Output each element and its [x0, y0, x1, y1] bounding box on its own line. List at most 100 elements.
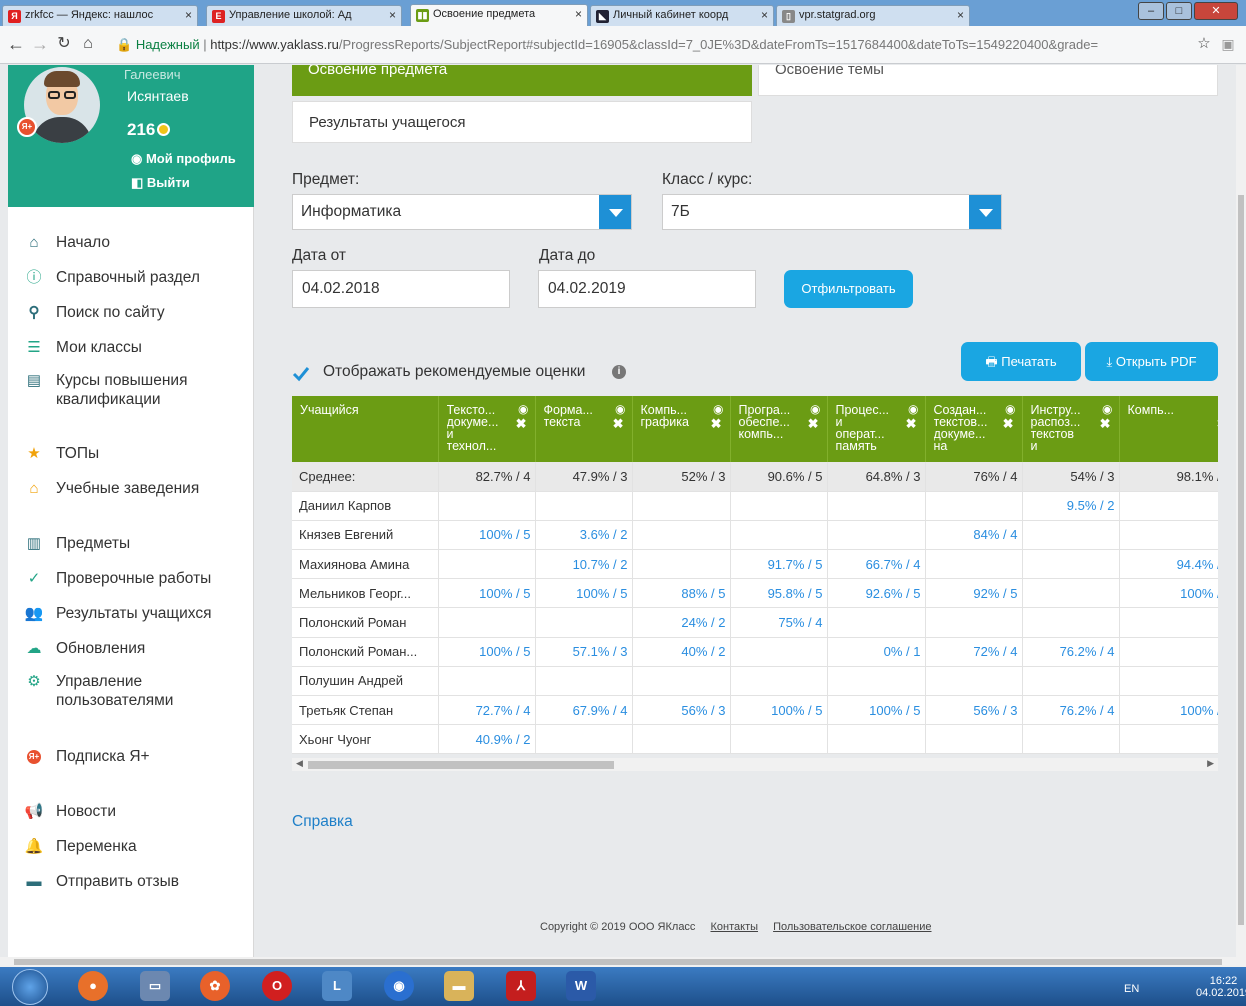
tab-topic-progress[interactable]: Освоение темы: [758, 65, 1218, 96]
scrollbar-thumb[interactable]: [14, 959, 1222, 965]
home-button[interactable]: ⌂: [78, 34, 98, 56]
student-name[interactable]: Даниил Карпов: [292, 491, 439, 521]
student-name[interactable]: Третьяк Степан: [292, 695, 439, 726]
close-icon[interactable]: ✖: [906, 417, 917, 430]
result-cell[interactable]: 72% / 4: [925, 637, 1023, 667]
result-cell[interactable]: 100% / 5: [730, 695, 828, 726]
show-recommended-grades-checkbox[interactable]: [292, 365, 310, 383]
sidebar-item-tops[interactable]: ★ ТОПы: [24, 444, 244, 479]
browser-tab[interactable]: Яzrkfcc — Яндекс: нашлос ×: [2, 5, 198, 26]
browser-tab[interactable]: Е Управление школой: Ад ×: [206, 5, 402, 26]
eye-icon[interactable]: ◉: [1102, 403, 1112, 415]
sidebar-item-institutions[interactable]: ⌂ Учебные заведения: [24, 479, 244, 534]
close-icon[interactable]: ✖: [1100, 417, 1111, 430]
sidebar-item-user-management[interactable]: ⚙ Управление пользователями: [24, 672, 244, 747]
media-player-icon[interactable]: ✿: [200, 971, 230, 1001]
page-vertical-scrollbar[interactable]: [1236, 65, 1246, 957]
close-icon[interactable]: ×: [957, 8, 964, 22]
result-cell[interactable]: 57.1% / 3: [535, 637, 633, 667]
help-link[interactable]: Справка: [292, 813, 353, 831]
result-cell[interactable]: 24% / 2: [632, 607, 731, 638]
back-button[interactable]: ←: [6, 34, 26, 56]
close-icon[interactable]: ✖: [1217, 417, 1218, 430]
sidebar-item-updates[interactable]: ☁ Обновления: [24, 639, 244, 672]
app-icon[interactable]: L: [322, 971, 352, 1001]
close-icon[interactable]: ✖: [808, 417, 819, 430]
browser-tab[interactable]: ▯ vpr.statgrad.org ×: [776, 5, 970, 26]
url-field[interactable]: 🔒 Надежный | https://www.yaklass.ru/Prog…: [116, 32, 1188, 58]
column-header-topic[interactable]: Форма... текста ◉ ✖: [535, 396, 633, 462]
student-name[interactable]: Мельников Георг...: [292, 578, 439, 609]
result-cell[interactable]: 92.6% / 5: [827, 578, 926, 609]
result-cell[interactable]: 72.7% / 4: [438, 695, 536, 726]
eye-icon[interactable]: ◉: [518, 403, 528, 415]
result-cell[interactable]: 40.9% / 2: [438, 724, 536, 755]
close-icon[interactable]: ✖: [1003, 417, 1014, 430]
logout-link[interactable]: ◧ Выйти: [131, 175, 190, 191]
sidebar-item-feedback[interactable]: ▬ Отправить отзыв: [24, 872, 244, 907]
result-cell[interactable]: 100% / 5: [438, 637, 536, 667]
print-button[interactable]: 🖶 Печатать: [961, 342, 1081, 381]
eye-icon[interactable]: ◉: [810, 403, 820, 415]
result-cell[interactable]: 100% / 5: [438, 520, 536, 551]
date-to-input[interactable]: 04.02.2019: [538, 270, 756, 308]
result-cell[interactable]: 88% / 5: [632, 578, 731, 609]
result-cell[interactable]: 95.8% / 5: [730, 578, 828, 609]
result-cell[interactable]: 92% / 5: [925, 578, 1023, 609]
result-cell[interactable]: 100% / 5: [1119, 695, 1218, 726]
user-agreement-link[interactable]: Пользовательское соглашение: [773, 921, 931, 933]
open-pdf-button[interactable]: ⤓ Открыть PDF: [1085, 342, 1218, 381]
sidebar-item-news[interactable]: 📢 Новости: [24, 802, 244, 837]
result-cell[interactable]: 94.4% / 5: [1119, 549, 1218, 580]
close-icon[interactable]: ×: [575, 7, 582, 21]
eye-icon[interactable]: ◉: [1005, 403, 1015, 415]
result-cell[interactable]: 75% / 4: [730, 607, 828, 638]
student-name[interactable]: Полонский Роман...: [292, 637, 439, 667]
my-profile-link[interactable]: ◉ Мой профиль: [131, 151, 236, 167]
result-cell[interactable]: 9.5% / 2: [1022, 491, 1120, 521]
close-icon[interactable]: ×: [761, 8, 768, 22]
result-cell[interactable]: 100% / 5: [535, 578, 633, 609]
result-cell[interactable]: 56% / 3: [632, 695, 731, 726]
subject-select[interactable]: Информатика: [292, 194, 632, 230]
start-button[interactable]: [12, 969, 48, 1005]
close-icon[interactable]: ×: [185, 8, 192, 22]
result-cell[interactable]: 100% / 5: [827, 695, 926, 726]
column-header-topic[interactable]: Компь... графика ◉ ✖: [632, 396, 731, 462]
sidebar-item-courses[interactable]: ▤ Курсы повышения квалификации: [24, 371, 244, 444]
result-cell[interactable]: 0% / 1: [827, 637, 926, 667]
student-name[interactable]: Князев Евгений: [292, 520, 439, 551]
eye-icon[interactable]: ◉: [908, 403, 918, 415]
column-header-topic[interactable]: Процес... и операт... память ◉ ✖: [827, 396, 926, 462]
eye-icon[interactable]: ◉: [615, 403, 625, 415]
close-icon[interactable]: ✖: [711, 417, 722, 430]
clock[interactable]: 16:22 04.02.2019: [1196, 975, 1246, 999]
close-icon[interactable]: ✖: [613, 417, 624, 430]
sidebar-item-my-classes[interactable]: ☰ Мои классы: [24, 338, 244, 371]
chrome-icon[interactable]: ◉: [384, 971, 414, 1001]
close-icon[interactable]: ×: [389, 8, 396, 22]
window-close-button[interactable]: ✕: [1194, 2, 1238, 20]
folder-icon[interactable]: ▬: [444, 971, 474, 1001]
word-icon[interactable]: W: [566, 971, 596, 1001]
result-cell[interactable]: 66.7% / 4: [827, 549, 926, 580]
sidebar-item-subscription[interactable]: Я+ Подписка Я+: [24, 747, 244, 802]
page-horizontal-scrollbar[interactable]: [0, 957, 1246, 967]
results-table-container[interactable]: Учащийся Тексто... докуме... и технол...…: [292, 396, 1218, 758]
language-indicator[interactable]: EN: [1124, 983, 1139, 995]
forward-button[interactable]: →: [30, 34, 50, 56]
filter-button[interactable]: Отфильтровать: [784, 270, 913, 308]
student-name[interactable]: Полушин Андрей: [292, 666, 439, 697]
contacts-link[interactable]: Контакты: [711, 921, 759, 933]
tab-student-results[interactable]: Результаты учащегося: [292, 101, 752, 143]
firefox-icon[interactable]: ●: [78, 971, 108, 1001]
sidebar-item-reference[interactable]: ⓘ Справочный раздел: [24, 268, 244, 303]
reload-button[interactable]: ↻: [54, 34, 74, 56]
acrobat-icon[interactable]: ⅄: [506, 971, 536, 1001]
column-header-topic[interactable]: Создан... текстов... докуме... на ◉ ✖: [925, 396, 1023, 462]
rss-icon[interactable]: ▣: [1218, 34, 1238, 56]
column-header-topic[interactable]: Компь...◉✖: [1119, 396, 1218, 462]
result-cell[interactable]: 76.2% / 4: [1022, 695, 1120, 726]
result-cell[interactable]: 3.6% / 2: [535, 520, 633, 551]
browser-tab[interactable]: ▮▮ Освоение предмета ×: [410, 4, 588, 26]
